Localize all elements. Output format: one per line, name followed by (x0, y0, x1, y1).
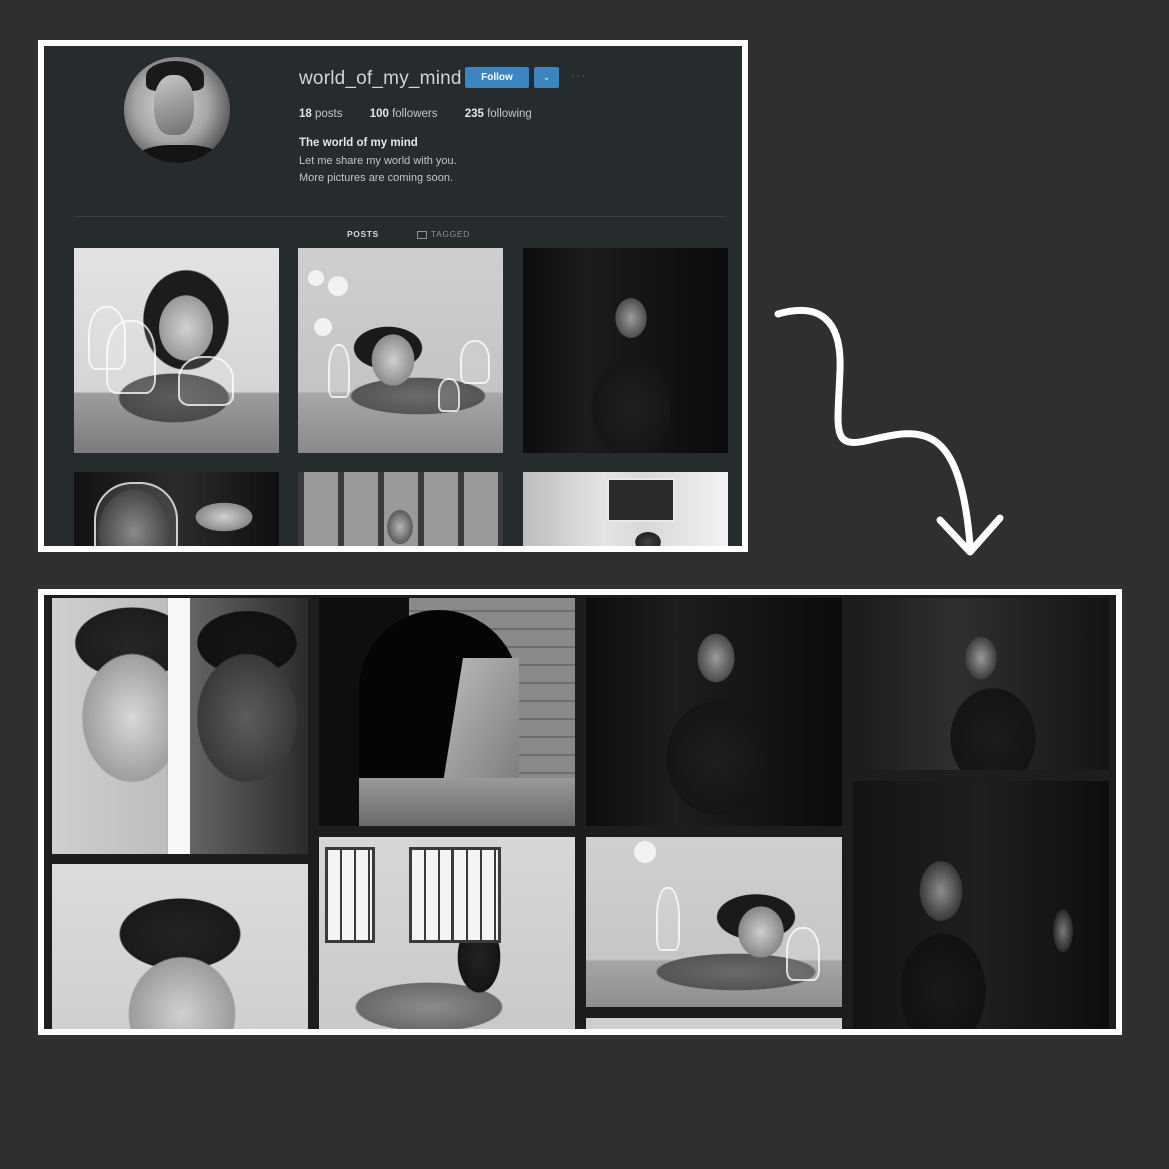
photo-collage (38, 589, 1122, 1035)
post-thumbnail[interactable] (298, 472, 503, 546)
divider (74, 216, 726, 217)
stat-posts[interactable]: 18 posts (299, 108, 343, 120)
stat-following[interactable]: 235 following (465, 108, 532, 120)
collage-photo[interactable] (853, 598, 1109, 770)
profile-screenshot: world_of_my_mind Follow ⌄ ··· 18 posts 1… (38, 40, 748, 552)
profile-avatar[interactable] (124, 57, 230, 163)
collage-photo[interactable] (853, 781, 1109, 1029)
collage-photo[interactable] (52, 598, 308, 854)
bio-name: The world of my mind (299, 137, 418, 149)
tab-tagged[interactable]: TAGGED (417, 229, 470, 239)
chevron-down-icon: ⌄ (542, 72, 551, 82)
collage-photo[interactable] (586, 837, 842, 1007)
suggestions-dropdown-button[interactable]: ⌄ (534, 67, 559, 88)
collage-photo[interactable] (52, 864, 308, 1029)
post-thumbnail[interactable] (74, 472, 279, 546)
tag-icon (417, 230, 427, 239)
post-thumbnail[interactable] (298, 248, 503, 453)
collage-photo[interactable] (586, 598, 842, 826)
tab-posts[interactable]: POSTS (347, 229, 379, 239)
curved-arrow-icon (774, 307, 1004, 556)
bio-line: More pictures are coming soon. (299, 172, 454, 184)
post-thumbnail[interactable] (523, 472, 728, 546)
profile-username: world_of_my_mind (299, 68, 462, 89)
profile-stats: 18 posts 100 followers 235 following (299, 108, 556, 120)
post-thumbnail[interactable] (74, 248, 279, 453)
collage-photo[interactable] (319, 837, 575, 1029)
follow-button[interactable]: Follow (465, 67, 529, 88)
more-dots-icon[interactable]: ··· (571, 68, 586, 82)
collage-photo[interactable] (319, 598, 575, 826)
bio-line: Let me share my world with you. (299, 155, 457, 167)
collage-photo[interactable] (586, 1018, 842, 1029)
stat-followers[interactable]: 100 followers (370, 108, 438, 120)
post-thumbnail[interactable] (523, 248, 728, 453)
